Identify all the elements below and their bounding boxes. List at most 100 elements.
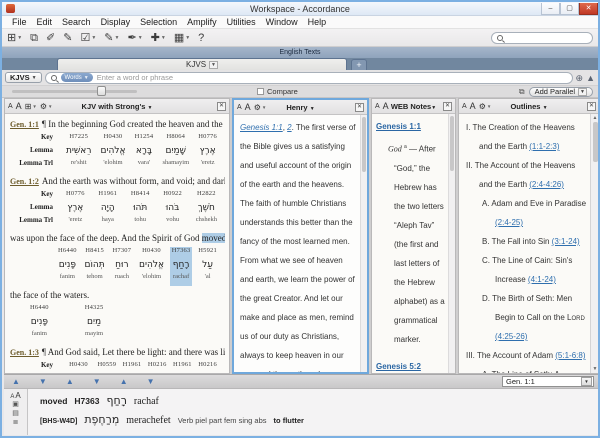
toolbar-search-box[interactable] [491, 31, 593, 44]
verse-reference-link[interactable]: Genesis 1:1 [240, 123, 283, 132]
scrollbar[interactable]: ▲ ▼ [590, 114, 598, 373]
verse-word[interactable]: was upon the face of the deep. And the S… [10, 233, 202, 243]
menu-item-edit[interactable]: Edit [32, 17, 58, 27]
interlinear-column[interactable]: H7307 רוּחַ ruach [111, 247, 134, 286]
key-cell[interactable]: H0776 [198, 133, 217, 146]
text-smaller-icon[interactable]: A [237, 103, 242, 112]
outline-reference-link[interactable]: (4:1-24) [528, 275, 556, 284]
lemma-cell[interactable]: רוּחַ [113, 260, 132, 273]
trl-cell[interactable]: chshekh [196, 216, 217, 229]
key-cell[interactable]: H1961 [123, 361, 142, 373]
close-pane-icon[interactable]: ✕ [217, 101, 226, 111]
scroll-up-icon[interactable]: ▲ [593, 115, 598, 121]
close-button[interactable]: ✕ [579, 2, 598, 15]
key-cell[interactable]: H0430 [139, 247, 164, 260]
chevron-down-icon[interactable]: ▼ [581, 377, 592, 386]
verse-word[interactable]: And God said, Let there be light: and th… [48, 347, 225, 357]
lemma-cell[interactable]: אֶרֶץ [66, 203, 85, 216]
gear-icon[interactable]: ⚙ ▼ [254, 103, 267, 112]
search-tools-icon[interactable]: ▲ [586, 73, 595, 83]
key-cell[interactable]: H8415 [84, 247, 104, 260]
interlinear-column[interactable]: H0776 אֶרֶץ'eretz [196, 133, 219, 172]
key-cell[interactable]: H0559 [97, 361, 116, 373]
verse-reference[interactable]: Gen. 1:2 [10, 177, 39, 186]
key-cell[interactable]: H0430 [66, 361, 91, 373]
lemma-cell[interactable]: שָׁמַיִם [162, 146, 189, 159]
menu-item-window[interactable]: Window [261, 17, 303, 27]
verse-word[interactable]: the face of the waters. [10, 290, 89, 300]
panel-icon[interactable]: ⧉ [519, 87, 525, 97]
trl-cell[interactable]: shamayim [162, 159, 189, 172]
text-larger-icon[interactable]: A [15, 391, 20, 400]
key-cell[interactable]: H6440 [58, 247, 77, 260]
trl-cell[interactable]: fanim [58, 273, 77, 286]
lemma-cell[interactable]: חֹשֶׁךְ [196, 203, 217, 216]
lemma-cell[interactable]: אֱלֹהִים [139, 260, 164, 273]
scroll-down-icon[interactable]: ▼ [593, 366, 598, 372]
key-cell[interactable]: H7307 [113, 247, 132, 260]
instant-details-icon[interactable]: ▣ [12, 401, 19, 409]
outline-reference-link[interactable]: (3:1-24) [552, 237, 580, 246]
module-select-button[interactable]: KJVS ▼ [5, 72, 42, 83]
verse-reference[interactable]: Gen. 1:1 [10, 120, 39, 129]
add-parallel-button[interactable]: Add Parallel ▼ [528, 86, 593, 97]
minimize-button[interactable]: – [541, 2, 560, 15]
key-cell[interactable]: H8414 [131, 190, 150, 203]
key-cell[interactable]: H6440 [30, 304, 49, 317]
trl-cell[interactable]: fanim [30, 330, 49, 343]
interlinear-column[interactable]: H0922 בֹּהוּ vohu [161, 190, 184, 229]
tab-dropdown-icon[interactable]: ▼ [209, 60, 218, 69]
close-pane-icon[interactable]: ✕ [355, 102, 364, 112]
interlinear-column[interactable]: H6440 פָּנִים fanim [56, 247, 79, 286]
interlinear-column[interactable]: H0776 אֶרֶץ'eretz [64, 190, 87, 229]
trl-cell[interactable]: 'eretz [66, 216, 85, 229]
lemma-cell[interactable]: עַל [198, 260, 217, 273]
lemma-cell[interactable]: בֹּהוּ [163, 203, 182, 216]
key-cell[interactable]: H1961 [98, 190, 117, 203]
interlinear-column[interactable]: H7225 רֵאשִׁית re'shit [64, 133, 93, 172]
verse-word[interactable]: And the earth was without form, and void… [42, 176, 225, 186]
nav-down-icon[interactable]: ▼ [39, 377, 47, 387]
trl-cell[interactable]: 'elohim [139, 273, 164, 286]
amplify-icon[interactable]: ✚ ▼ [151, 32, 166, 44]
interlinear-column[interactable]: H8414 תֹּהוּ tohu [129, 190, 152, 229]
key-cell[interactable]: H0430 [101, 133, 126, 146]
menu-item-display[interactable]: Display [96, 17, 136, 27]
outline-reference-link[interactable]: (2:4-4:26) [529, 180, 564, 189]
menu-item-amplify[interactable]: Amplify [182, 17, 222, 27]
interlinear-column[interactable]: H8415 תְּהוֹם tehom [82, 247, 106, 286]
key-cell[interactable]: H7225 [66, 133, 91, 146]
search-input[interactable]: Words ▼ Enter a word or phrase [44, 71, 573, 84]
lemma-cell[interactable]: תְּהוֹם [84, 260, 104, 273]
lemma-cell[interactable]: אֱלֹהִים [101, 146, 126, 159]
interlinear-column[interactable]: H1961הָיָה [171, 361, 194, 373]
trl-cell[interactable]: 'elohim [101, 159, 126, 172]
text-larger-icon[interactable]: A [245, 102, 251, 112]
text-larger-icon[interactable]: A [383, 101, 389, 111]
key-cell[interactable]: H1961 [173, 361, 192, 373]
new-tab-icon[interactable]: ⊞ ▼ [7, 32, 22, 44]
lemma-cell[interactable]: בָּרָא [135, 146, 154, 159]
key-cell[interactable]: H5921 [198, 247, 217, 260]
outline-reference-link[interactable]: (2:4-25) [495, 218, 523, 227]
maximize-button[interactable]: ▢ [560, 2, 579, 15]
gear-icon[interactable]: ⚙ ▼ [479, 102, 492, 111]
gear-icon[interactable]: ⚙ ▼ [40, 102, 53, 111]
lemma-cell[interactable]: תֹּהוּ [131, 203, 150, 216]
key-cell[interactable]: H2822 [196, 190, 217, 203]
lemma-cell[interactable]: רָחַף [172, 260, 191, 273]
trl-cell[interactable]: tohu [131, 216, 150, 229]
nav-up-icon[interactable]: ▲ [12, 377, 20, 387]
search-scope-pill[interactable]: Words ▼ [60, 73, 93, 82]
trl-cell[interactable]: haya [98, 216, 117, 229]
text-size-slider[interactable] [12, 86, 137, 96]
key-cell[interactable]: H4325 [85, 304, 104, 317]
lemma-cell[interactable]: אֶרֶץ [198, 146, 217, 159]
text-smaller-icon[interactable]: A [375, 102, 380, 111]
interlinear-column[interactable]: H1961 הָיָה haya [96, 190, 119, 229]
key-cell[interactable]: H8064 [162, 133, 189, 146]
outline-reference-link[interactable]: (4:25-26) [495, 332, 527, 341]
verse-reference-link[interactable]: Genesis 5:2 [376, 357, 447, 373]
key-cell[interactable]: H0216 [198, 361, 217, 373]
scrollbar[interactable] [448, 114, 455, 373]
